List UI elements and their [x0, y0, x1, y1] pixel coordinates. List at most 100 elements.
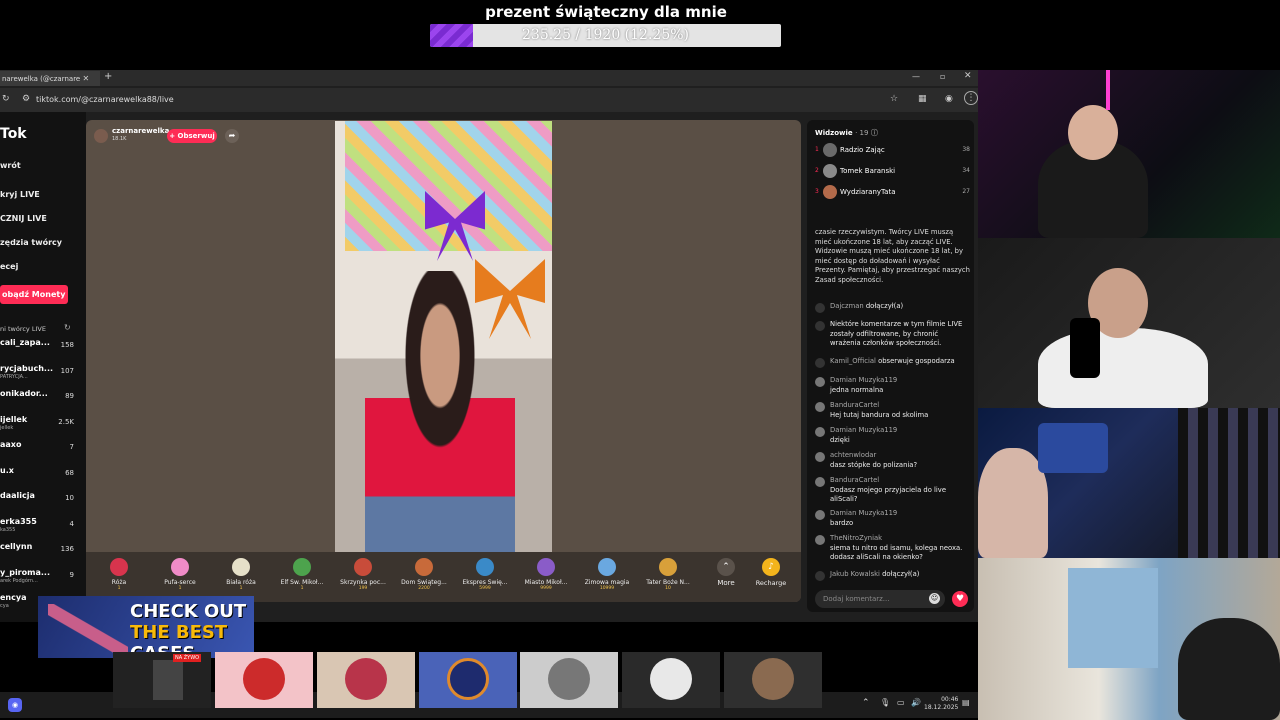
chat-avatar[interactable]: [815, 535, 825, 545]
live-creator-item[interactable]: y_piroma... arek Podgórn... 9: [0, 568, 80, 594]
close-tab-icon[interactable]: ✕: [82, 74, 89, 83]
host-avatar[interactable]: [94, 129, 108, 143]
promo-banner[interactable]: CHECK OUT THE BEST CASES: [38, 596, 254, 658]
browser-window: narewelka (@czarnare ✕ + — ▫ ✕ ↻ ⚙ tikto…: [0, 70, 978, 718]
recharge-button[interactable]: ♪ Recharge: [741, 558, 801, 598]
creator-subtitle: PATRYCJA...: [0, 373, 28, 380]
chat-avatar[interactable]: [815, 427, 825, 437]
info-icon[interactable]: ⓘ: [871, 129, 878, 137]
join-icon: [815, 571, 825, 581]
viewer-name: Radzio Zając: [840, 146, 885, 154]
gift-item[interactable]: Skrzynka poc... 199: [333, 558, 393, 598]
live-creator-item[interactable]: daalicja 10: [0, 491, 80, 517]
chat-username[interactable]: Damian Muzyka119: [830, 376, 970, 386]
new-tab-icon[interactable]: +: [104, 71, 112, 82]
thumbnail-5[interactable]: [520, 652, 618, 708]
gift-item[interactable]: Pufa-serce 1: [150, 558, 210, 598]
tray-chevron-up-icon[interactable]: ⌃: [862, 698, 870, 708]
thumbnail-7[interactable]: [724, 652, 822, 708]
display-icon[interactable]: ▭: [897, 698, 905, 707]
chat-username[interactable]: Damian Muzyka119: [830, 426, 970, 436]
tiktok-logo[interactable]: Tok: [0, 126, 27, 142]
creator-viewer-count: 158: [60, 341, 74, 349]
discord-icon[interactable]: ◉: [8, 698, 22, 712]
live-creator-item[interactable]: u.x 68: [0, 466, 80, 492]
microphone-icon[interactable]: 🎙: [880, 698, 890, 707]
reload-icon[interactable]: ↻: [2, 94, 10, 104]
chat-avatar[interactable]: [815, 510, 825, 520]
chat-text: Dodasz mojego przyjaciela do live aliSca…: [830, 485, 947, 504]
emoji-icon[interactable]: ☺: [929, 593, 940, 604]
gift-item[interactable]: Elf Św. Mikoł... 1: [272, 558, 332, 598]
top-viewer-row[interactable]: 1 Radzio Zając 38: [815, 142, 970, 160]
creator-viewer-count: 4: [69, 519, 74, 528]
notifications-icon[interactable]: ▤: [962, 698, 970, 707]
nav-back[interactable]: wrót: [0, 161, 21, 170]
cam3-curtain: [1178, 408, 1280, 558]
cam4-window: [1068, 568, 1158, 668]
thumbnail-4[interactable]: [419, 652, 517, 708]
chat-avatar[interactable]: [815, 452, 825, 462]
live-creator-item[interactable]: erka355 ka355 4: [0, 517, 80, 543]
creator-name: daalicja: [0, 491, 35, 500]
comment-input[interactable]: Dodaj komentarz...: [815, 590, 945, 608]
url-field[interactable]: tiktok.com/@czarnarewelka88/live: [30, 92, 910, 108]
chat-avatar[interactable]: [815, 377, 825, 387]
live-creator-item[interactable]: rycjabuch... PATRYCJA... 107: [0, 364, 80, 390]
nav-go-live[interactable]: CZNIJ LIVE: [0, 214, 47, 223]
live-creator-item[interactable]: onikador... 89: [0, 389, 80, 415]
gift-item[interactable]: Ekspres Świę... 5999: [455, 558, 515, 598]
bookmark-star-icon[interactable]: ☆: [890, 94, 898, 104]
minimize-icon[interactable]: —: [912, 72, 920, 81]
refresh-icon[interactable]: ↻: [64, 323, 71, 332]
thumbnail-3[interactable]: [317, 652, 415, 708]
gift-item[interactable]: Tater Boże N... 10: [638, 558, 698, 598]
nav-more[interactable]: ecej: [0, 262, 18, 271]
top-viewer-row[interactable]: 2 Tomek Baranski 34: [815, 163, 970, 181]
follow-user[interactable]: Kamil_Official: [830, 357, 876, 365]
gift-item[interactable]: Miasto Mikoł... 9999: [516, 558, 576, 598]
chat-username[interactable]: BanduraCartel: [830, 476, 970, 486]
chat-text: bardzo: [830, 518, 854, 527]
join-user[interactable]: Jakub Kowalski: [830, 570, 880, 578]
follow-button[interactable]: + Obserwuj: [167, 129, 217, 143]
live-creator-item[interactable]: cali_zapa... 158: [0, 338, 80, 364]
clock[interactable]: 00:46 18.12.2025: [924, 696, 958, 712]
live-video[interactable]: [335, 121, 552, 553]
gift-item[interactable]: Dom Świąteg... 2200: [394, 558, 454, 598]
thumbnail-1[interactable]: NA ŻYWO: [113, 652, 211, 708]
chat-username[interactable]: achtenwlodar: [830, 451, 970, 461]
gift-icon: [171, 558, 189, 576]
live-creator-item[interactable]: aaxo 7: [0, 440, 80, 466]
cam4-person: [1178, 618, 1280, 720]
chat-username[interactable]: Damian Muzyka119: [830, 509, 970, 519]
chat-avatar[interactable]: [815, 477, 825, 487]
heart-icon[interactable]: ♥: [952, 591, 968, 607]
site-info-icon[interactable]: ⚙: [22, 94, 30, 104]
gift-item[interactable]: Biała róża 1: [211, 558, 271, 598]
menu-kebab-icon[interactable]: ⋮: [964, 91, 978, 105]
live-creator-item[interactable]: ijellek jellek 2.5K: [0, 415, 80, 441]
top-viewer-row[interactable]: 3 WydziaranyTata 27: [815, 184, 970, 202]
share-arrow-icon[interactable]: ➦: [225, 129, 239, 143]
gift-item[interactable]: Róża 1: [89, 558, 149, 598]
live-creator-item[interactable]: cellynn 136: [0, 542, 80, 568]
close-window-icon[interactable]: ✕: [964, 71, 972, 81]
browser-tab[interactable]: narewelka (@czarnare ✕: [0, 71, 100, 86]
extensions-icon[interactable]: ▦: [918, 94, 927, 104]
get-coins-button[interactable]: obądź Monety: [0, 285, 68, 304]
join-user[interactable]: Dajczman: [830, 302, 864, 310]
maximize-icon[interactable]: ▫: [940, 72, 945, 81]
cam2-microphone: [1070, 318, 1100, 378]
nav-creator-tools[interactable]: zędzia twórcy: [0, 238, 62, 247]
chat-username[interactable]: TheNitroZyniak: [830, 534, 970, 544]
nav-discover-live[interactable]: kryj LIVE: [0, 190, 40, 199]
chat-avatar[interactable]: [815, 402, 825, 412]
thumbnail-6[interactable]: [622, 652, 720, 708]
speaker-icon[interactable]: 🔊: [911, 698, 921, 707]
gift-item[interactable]: Zimowa magia 10999: [577, 558, 637, 598]
chat-username[interactable]: BanduraCartel: [830, 401, 970, 411]
profile-icon[interactable]: ◉: [945, 94, 953, 104]
host-name[interactable]: czarnarewelka: [112, 127, 169, 135]
thumbnail-2[interactable]: [215, 652, 313, 708]
